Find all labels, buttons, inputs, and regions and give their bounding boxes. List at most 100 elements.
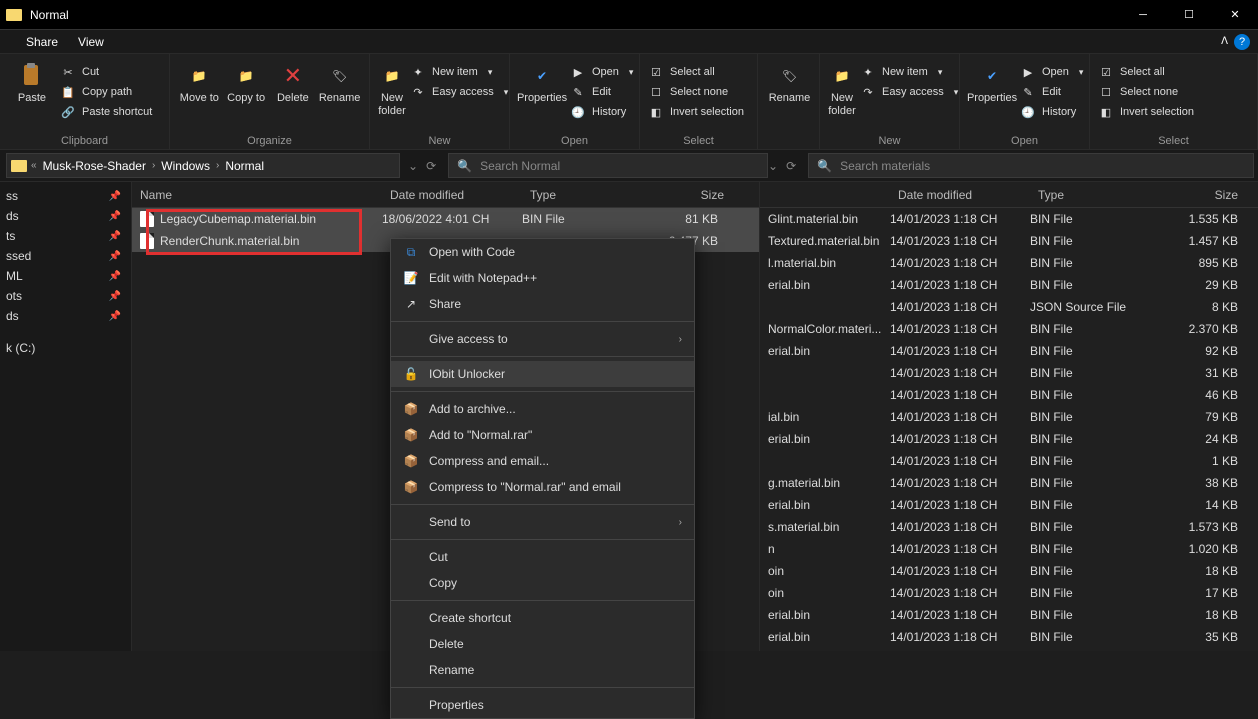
table-row[interactable]: n14/01/2023 1:18 CHBIN File1.020 KB	[760, 538, 1258, 560]
copy-path-button[interactable]: 📋Copy path	[60, 84, 152, 100]
new-folder-button-r[interactable]: 📁New folder	[828, 58, 856, 118]
new-folder-button[interactable]: 📁New folder	[378, 58, 406, 118]
pin-icon: 📌	[109, 191, 121, 202]
close-button[interactable]: ✕	[1212, 0, 1258, 29]
col-date[interactable]: Date modified	[382, 188, 522, 202]
ctx-compress-email[interactable]: 📦Compress and email...	[391, 448, 694, 474]
col-size[interactable]: Size	[632, 188, 732, 202]
quick-access-item[interactable]: ss📌	[0, 186, 131, 206]
ctx-send-to[interactable]: Send to›	[391, 509, 694, 535]
col-date-r[interactable]: Date modified	[890, 188, 1030, 202]
ctx-add-archive[interactable]: 📦Add to archive...	[391, 396, 694, 422]
open-button[interactable]: ▶Open▾	[570, 64, 633, 80]
ctx-iobit-unlocker[interactable]: 🔓IObit Unlocker	[391, 361, 694, 387]
ctx-share[interactable]: ↗Share	[391, 291, 694, 317]
table-row[interactable]: oin14/01/2023 1:18 CHBIN File18 KB	[760, 560, 1258, 582]
table-row[interactable]: erial.bin14/01/2023 1:18 CHBIN File92 KB	[760, 340, 1258, 362]
move-to-button[interactable]: 📁Move to	[178, 58, 221, 105]
history-dropdown-r[interactable]: ⌄	[768, 159, 778, 173]
table-row[interactable]: l.material.bin14/01/2023 1:18 CHBIN File…	[760, 252, 1258, 274]
select-none-button-r[interactable]: ☐Select none	[1098, 84, 1194, 100]
ctx-give-access[interactable]: Give access to›	[391, 326, 694, 352]
history-button-r[interactable]: 🕘History	[1020, 104, 1083, 120]
cut-button[interactable]: ✂Cut	[60, 64, 152, 80]
search-input-right[interactable]: 🔍 Search materials	[808, 153, 1254, 178]
table-row[interactable]: erial.bin14/01/2023 1:18 CHBIN File35 KB	[760, 626, 1258, 648]
tab-share[interactable]: Share	[26, 35, 58, 49]
col-name[interactable]: Name	[132, 188, 382, 202]
ctx-compress-normal-email[interactable]: 📦Compress to "Normal.rar" and email	[391, 474, 694, 500]
ctx-edit-npp[interactable]: 📝Edit with Notepad++	[391, 265, 694, 291]
select-all-button-r[interactable]: ☑Select all	[1098, 64, 1194, 80]
maximize-button[interactable]: ☐	[1166, 0, 1212, 29]
ctx-properties[interactable]: Properties	[391, 692, 694, 718]
easy-access-button-r[interactable]: ↷Easy access▾	[860, 84, 958, 100]
easy-access-button[interactable]: ↷Easy access▾	[410, 84, 508, 100]
ctx-add-normal-rar[interactable]: 📦Add to "Normal.rar"	[391, 422, 694, 448]
new-item-button[interactable]: ✦New item▾	[410, 64, 508, 80]
copy-to-button[interactable]: 📁Copy to	[225, 58, 268, 105]
quick-access-item[interactable]: ssed📌	[0, 246, 131, 266]
minimize-button[interactable]: ─	[1120, 0, 1166, 29]
col-type-r[interactable]: Type	[1030, 188, 1140, 202]
table-row[interactable]: 14/01/2023 1:18 CHBIN File1 KB	[760, 450, 1258, 472]
ribbon-collapse-button[interactable]: ᐱ	[1221, 36, 1228, 47]
ctx-cut[interactable]: Cut	[391, 544, 694, 570]
paste-shortcut-button[interactable]: 🔗Paste shortcut	[60, 104, 152, 120]
breadcrumb-item[interactable]: Normal	[223, 159, 266, 173]
history-button[interactable]: 🕘History	[570, 104, 633, 120]
help-button[interactable]: ?	[1234, 34, 1250, 50]
properties-button-r[interactable]: ✔Properties	[968, 58, 1016, 105]
breadcrumb-item[interactable]: Windows	[159, 159, 212, 173]
invert-selection-button-r[interactable]: ◧Invert selection	[1098, 104, 1194, 120]
edit-button-r[interactable]: ✎Edit	[1020, 84, 1083, 100]
refresh-button[interactable]: ⟳	[426, 159, 436, 173]
table-row[interactable]: 14/01/2023 1:18 CHBIN File46 KB	[760, 384, 1258, 406]
ctx-copy[interactable]: Copy	[391, 570, 694, 596]
table-row[interactable]: erial.bin14/01/2023 1:18 CHBIN File29 KB	[760, 274, 1258, 296]
table-row[interactable]: 14/01/2023 1:18 CHJSON Source File8 KB	[760, 296, 1258, 318]
ctx-open-with-code[interactable]: ⧉Open with Code	[391, 239, 694, 265]
breadcrumb-item[interactable]: Musk-Rose-Shader	[41, 159, 148, 173]
rename-button-r[interactable]: 🏷Rename	[768, 58, 811, 105]
table-row[interactable]: erial.bin14/01/2023 1:18 CHBIN File18 KB	[760, 604, 1258, 626]
table-row[interactable]: s.material.bin14/01/2023 1:18 CHBIN File…	[760, 516, 1258, 538]
quick-access-item[interactable]: ots📌	[0, 286, 131, 306]
quick-access-item[interactable]: ts📌	[0, 226, 131, 246]
paste-button[interactable]: Paste	[8, 58, 56, 105]
table-row[interactable]: 14/01/2023 1:18 CHBIN File31 KB	[760, 362, 1258, 384]
edit-button[interactable]: ✎Edit	[570, 84, 633, 100]
properties-button[interactable]: ✔Properties	[518, 58, 566, 105]
ctx-delete[interactable]: Delete	[391, 631, 694, 657]
new-item-button-r[interactable]: ✦New item▾	[860, 64, 958, 80]
invert-selection-button[interactable]: ◧Invert selection	[648, 104, 744, 120]
ctx-rename[interactable]: Rename	[391, 657, 694, 683]
table-row[interactable]: erial.bin14/01/2023 1:18 CHBIN File14 KB	[760, 494, 1258, 516]
quick-access-item[interactable]: ds📌	[0, 306, 131, 326]
open-button-r[interactable]: ▶Open▾	[1020, 64, 1083, 80]
table-row[interactable]: LegacyCubemap.material.bin18/06/2022 4:0…	[132, 208, 759, 230]
refresh-button-r[interactable]: ⟳	[786, 159, 796, 173]
table-row[interactable]: oin14/01/2023 1:18 CHBIN File17 KB	[760, 582, 1258, 604]
quick-access-item[interactable]: ML📌	[0, 266, 131, 286]
select-all-button[interactable]: ☑Select all	[648, 64, 744, 80]
table-row[interactable]: g.material.bin14/01/2023 1:18 CHBIN File…	[760, 472, 1258, 494]
col-type[interactable]: Type	[522, 188, 632, 202]
table-row[interactable]: Glint.material.bin14/01/2023 1:18 CHBIN …	[760, 208, 1258, 230]
delete-button[interactable]: ✕Delete	[272, 58, 315, 105]
table-row[interactable]: NormalColor.materi...14/01/2023 1:18 CHB…	[760, 318, 1258, 340]
history-dropdown[interactable]: ⌄	[408, 159, 418, 173]
breadcrumb[interactable]: « Musk-Rose-Shader › Windows › Normal	[6, 153, 400, 178]
search-input-left[interactable]: 🔍 Search Normal	[448, 153, 768, 178]
rename-button[interactable]: 🏷Rename	[318, 58, 361, 105]
ctx-create-shortcut[interactable]: Create shortcut	[391, 605, 694, 631]
table-row[interactable]: Textured.material.bin14/01/2023 1:18 CHB…	[760, 230, 1258, 252]
chevron-icon[interactable]: «	[31, 160, 37, 171]
tab-view[interactable]: View	[78, 35, 104, 49]
drive-item[interactable]: k (C:)	[0, 338, 131, 358]
table-row[interactable]: erial.bin14/01/2023 1:18 CHBIN File24 KB	[760, 428, 1258, 450]
quick-access-item[interactable]: ds📌	[0, 206, 131, 226]
col-size-r[interactable]: Size	[1140, 188, 1258, 202]
select-none-button[interactable]: ☐Select none	[648, 84, 744, 100]
table-row[interactable]: ial.bin14/01/2023 1:18 CHBIN File79 KB	[760, 406, 1258, 428]
